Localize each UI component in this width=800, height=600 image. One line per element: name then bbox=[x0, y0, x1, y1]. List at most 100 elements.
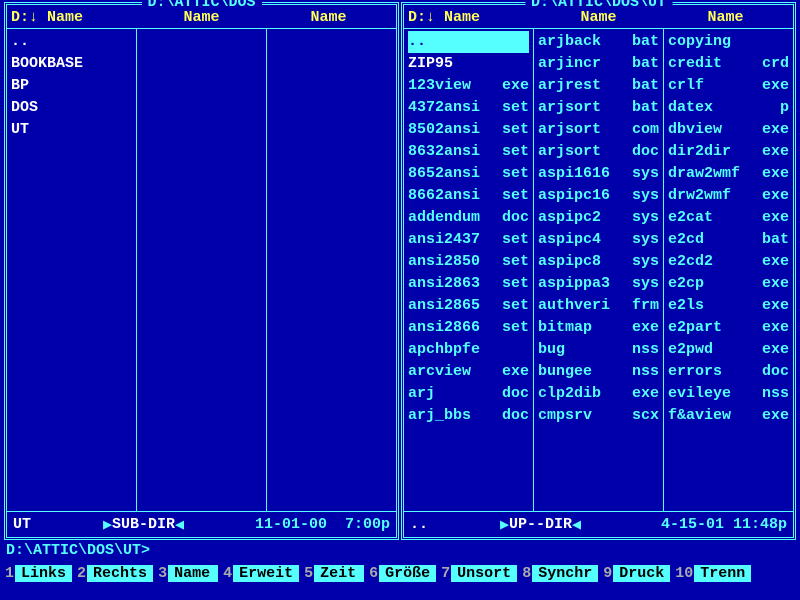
fkey-1[interactable]: 1Links bbox=[4, 562, 72, 584]
file-entry[interactable]: e2catexe bbox=[668, 207, 789, 229]
file-name: crlf bbox=[668, 75, 704, 97]
file-entry[interactable]: f&aviewexe bbox=[668, 405, 789, 427]
file-entry[interactable]: bugnss bbox=[538, 339, 659, 361]
fkey-9[interactable]: 9Druck bbox=[602, 562, 670, 584]
file-entry[interactable]: 8652ansiset bbox=[408, 163, 529, 185]
file-entry[interactable]: cmpsrvscx bbox=[538, 405, 659, 427]
dir-entry[interactable]: .. bbox=[408, 31, 529, 53]
file-ext: exe bbox=[762, 295, 789, 317]
file-name: dbview bbox=[668, 119, 722, 141]
fkey-2[interactable]: 2Rechts bbox=[76, 562, 153, 584]
dir-entry[interactable]: BOOKBASE bbox=[11, 53, 132, 75]
file-entry[interactable]: aspipc16sys bbox=[538, 185, 659, 207]
file-entry[interactable]: e2cpexe bbox=[668, 273, 789, 295]
file-entry[interactable]: arjsortdoc bbox=[538, 141, 659, 163]
fkey-3[interactable]: 3Name bbox=[157, 562, 218, 584]
file-entry[interactable]: arjrestbat bbox=[538, 75, 659, 97]
file-ext: exe bbox=[632, 383, 659, 405]
file-entry[interactable]: e2cd2exe bbox=[668, 251, 789, 273]
file-entry[interactable]: e2cdbat bbox=[668, 229, 789, 251]
file-entry[interactable]: apchbpfe bbox=[408, 339, 529, 361]
file-entry[interactable]: e2partexe bbox=[668, 317, 789, 339]
file-entry[interactable]: draw2wmfexe bbox=[668, 163, 789, 185]
file-name: bitmap bbox=[538, 317, 592, 339]
sort-indicator[interactable]: D:↓ bbox=[11, 9, 47, 26]
file-name: ansi2437 bbox=[408, 229, 480, 251]
file-entry[interactable]: arcviewexe bbox=[408, 361, 529, 383]
file-ext: set bbox=[502, 251, 529, 273]
file-entry[interactable]: 8502ansiset bbox=[408, 119, 529, 141]
file-entry[interactable]: bitmapexe bbox=[538, 317, 659, 339]
dir-entry[interactable]: DOS bbox=[11, 97, 132, 119]
fkey-4[interactable]: 4Erweit bbox=[222, 562, 299, 584]
file-entry[interactable]: authverifrm bbox=[538, 295, 659, 317]
file-ext: sys bbox=[632, 163, 659, 185]
file-entry[interactable]: e2pwdexe bbox=[668, 339, 789, 361]
file-entry[interactable]: aspipc4sys bbox=[538, 229, 659, 251]
file-entry[interactable]: drw2wmfexe bbox=[668, 185, 789, 207]
file-entry[interactable]: arjdoc bbox=[408, 383, 529, 405]
dir-entry[interactable]: BP bbox=[11, 75, 132, 97]
col-header-name[interactable]: Name bbox=[265, 9, 392, 26]
file-entry[interactable]: 4372ansiset bbox=[408, 97, 529, 119]
file-entry[interactable]: aspi1616sys bbox=[538, 163, 659, 185]
file-entry[interactable]: 8662ansi set bbox=[408, 185, 529, 207]
file-name: ansi2863 bbox=[408, 273, 480, 295]
col-header-name[interactable]: Name bbox=[662, 9, 789, 26]
file-ext: bat bbox=[632, 31, 659, 53]
file-entry[interactable]: e2lsexe bbox=[668, 295, 789, 317]
file-name: 8662ansi bbox=[408, 185, 480, 207]
file-entry[interactable]: creditcrd bbox=[668, 53, 789, 75]
file-entry[interactable]: arj_bbsdoc bbox=[408, 405, 529, 427]
file-entry[interactable]: ansi2850set bbox=[408, 251, 529, 273]
file-entry[interactable]: ansi2437set bbox=[408, 229, 529, 251]
fkey-label: Druck bbox=[613, 565, 670, 582]
file-entry[interactable]: aspipc8sys bbox=[538, 251, 659, 273]
file-name: e2cp bbox=[668, 273, 704, 295]
file-entry[interactable]: addendumdoc bbox=[408, 207, 529, 229]
file-entry[interactable]: arjincrbat bbox=[538, 53, 659, 75]
sort-indicator[interactable]: D:↓ bbox=[408, 9, 444, 26]
file-entry[interactable]: evileyenss bbox=[668, 383, 789, 405]
file-entry[interactable]: 123viewexe bbox=[408, 75, 529, 97]
fkey-10[interactable]: 10Trenn bbox=[674, 562, 751, 584]
file-entry[interactable]: datexp bbox=[668, 97, 789, 119]
arrow-left-icon: ◀ bbox=[572, 515, 581, 534]
file-entry[interactable]: ansi2863set bbox=[408, 273, 529, 295]
file-entry[interactable]: clp2dibexe bbox=[538, 383, 659, 405]
file-entry[interactable]: errorsdoc bbox=[668, 361, 789, 383]
file-entry[interactable]: ansi2866set bbox=[408, 317, 529, 339]
command-line[interactable]: D:\ATTIC\DOS\UT> bbox=[0, 540, 800, 562]
footer-filename: .. bbox=[410, 516, 500, 533]
col-header-name[interactable]: Name bbox=[535, 9, 662, 26]
file-entry[interactable]: arjbackbat bbox=[538, 31, 659, 53]
file-entry[interactable]: dbviewexe bbox=[668, 119, 789, 141]
arrow-left-icon: ◀ bbox=[175, 515, 184, 534]
col-header-name[interactable]: Name bbox=[138, 9, 265, 26]
file-entry[interactable]: crlfexe bbox=[668, 75, 789, 97]
fkey-number: 5 bbox=[303, 565, 314, 582]
file-ext: set bbox=[502, 185, 529, 207]
fkey-5[interactable]: 5Zeit bbox=[303, 562, 364, 584]
fkey-7[interactable]: 7Unsort bbox=[440, 562, 517, 584]
file-entry[interactable]: arjsortbat bbox=[538, 97, 659, 119]
file-entry[interactable]: dir2direxe bbox=[668, 141, 789, 163]
file-name: evileye bbox=[668, 383, 731, 405]
file-entry[interactable]: ansi2865set bbox=[408, 295, 529, 317]
file-entry[interactable]: copying bbox=[668, 31, 789, 53]
file-name: arcview bbox=[408, 361, 471, 383]
file-entry[interactable]: arjsortcom bbox=[538, 119, 659, 141]
file-entry[interactable]: aspipc2sys bbox=[538, 207, 659, 229]
dir-entry[interactable]: UT bbox=[11, 119, 132, 141]
file-entry[interactable]: bungeenss bbox=[538, 361, 659, 383]
dir-entry[interactable]: .. bbox=[11, 31, 132, 53]
fkey-8[interactable]: 8Synchr bbox=[521, 562, 598, 584]
fkey-6[interactable]: 6Größe bbox=[368, 562, 436, 584]
file-ext: exe bbox=[502, 75, 529, 97]
file-ext: bat bbox=[632, 53, 659, 75]
col-header-name[interactable]: Name bbox=[444, 9, 480, 26]
col-header-name[interactable]: Name bbox=[47, 9, 83, 26]
file-entry[interactable]: 8632ansiset bbox=[408, 141, 529, 163]
dir-entry[interactable]: ZIP95 bbox=[408, 53, 529, 75]
file-entry[interactable]: aspippa3sys bbox=[538, 273, 659, 295]
